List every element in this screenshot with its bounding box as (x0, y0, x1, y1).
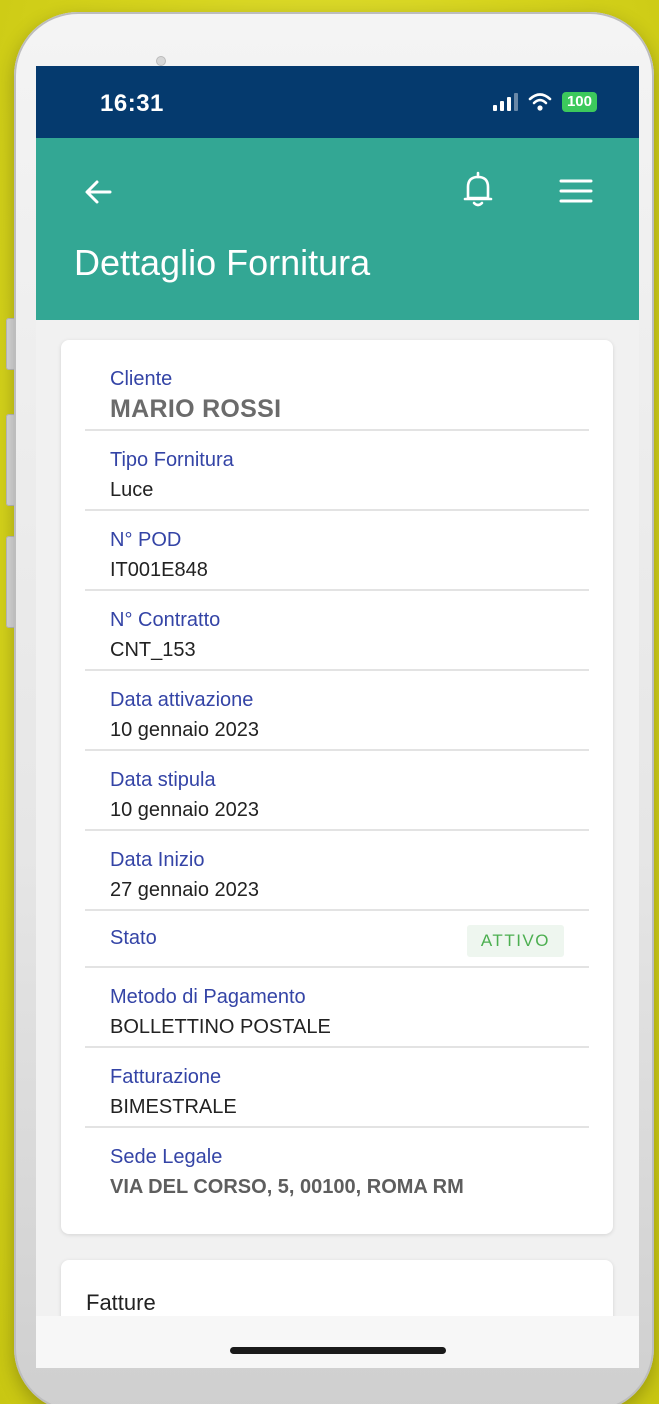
bell-icon[interactable] (460, 170, 496, 210)
field-data-attivazione: Data attivazione 10 gennaio 2023 (85, 671, 589, 751)
battery-icon: 100 (561, 92, 597, 112)
field-label: Metodo di Pagamento (110, 986, 306, 1008)
field-fatturazione: Fatturazione BIMESTRALE (85, 1048, 589, 1128)
field-value: MARIO ROSSI (110, 395, 282, 423)
field-label: Cliente (110, 368, 173, 390)
back-arrow-icon[interactable] (80, 174, 116, 210)
field-value: 10 gennaio 2023 (110, 719, 260, 741)
field-label: Tipo Fornitura (110, 449, 234, 471)
details-card: Cliente MARIO ROSSI Tipo Fornitura Luce … (61, 340, 613, 1234)
page-title: Dettaglio Fornitura (74, 242, 371, 283)
invoices-title: Fatture (86, 1290, 156, 1315)
field-value: Luce (110, 479, 154, 501)
field-tipo-fornitura: Tipo Fornitura Luce (85, 431, 589, 511)
home-indicator[interactable] (230, 1347, 446, 1354)
field-label: N° Contratto (110, 609, 221, 631)
field-label: Data Inizio (110, 849, 205, 871)
hamburger-menu-icon[interactable] (558, 176, 594, 206)
field-value: 10 gennaio 2023 (110, 799, 260, 821)
field-value: BOLLETTINO POSTALE (110, 1016, 331, 1038)
field-pod: N° POD IT001E848 (85, 511, 589, 591)
field-value: BIMESTRALE (110, 1096, 237, 1118)
field-label: N° POD (110, 529, 182, 551)
home-area (36, 1316, 639, 1368)
field-data-inizio: Data Inizio 27 gennaio 2023 (85, 831, 589, 911)
field-value: IT001E848 (110, 559, 208, 581)
field-stato: Stato ATTIVO (85, 911, 589, 968)
status-icons: 100 (492, 92, 597, 112)
field-sede-legale: Sede Legale VIA DEL CORSO, 5, 00100, ROM… (85, 1128, 589, 1208)
field-label: Data attivazione (110, 689, 254, 711)
field-value: VIA DEL CORSO, 5, 00100, ROMA RM (110, 1176, 464, 1198)
field-value: 27 gennaio 2023 (110, 879, 260, 901)
field-metodo-pagamento: Metodo di Pagamento BOLLETTINO POSTALE (85, 968, 589, 1048)
field-cliente: Cliente MARIO ROSSI (85, 340, 589, 431)
status-bar: 16:31 100 (36, 66, 639, 138)
status-time: 16:31 (100, 90, 164, 117)
field-value: CNT_153 (110, 639, 196, 661)
phone-camera (156, 56, 166, 66)
app-header: Dettaglio Fornitura (36, 138, 639, 320)
app-screen: 16:31 100 Dettaglio Fornitura Cliente MA… (36, 66, 639, 1368)
field-label: Fatturazione (110, 1066, 222, 1088)
field-label: Sede Legale (110, 1146, 223, 1168)
field-data-stipula: Data stipula 10 gennaio 2023 (85, 751, 589, 831)
status-badge: ATTIVO (466, 925, 564, 957)
field-contratto: N° Contratto CNT_153 (85, 591, 589, 671)
field-label: Data stipula (110, 769, 216, 791)
wifi-icon (528, 92, 552, 112)
signal-icon (492, 93, 518, 111)
